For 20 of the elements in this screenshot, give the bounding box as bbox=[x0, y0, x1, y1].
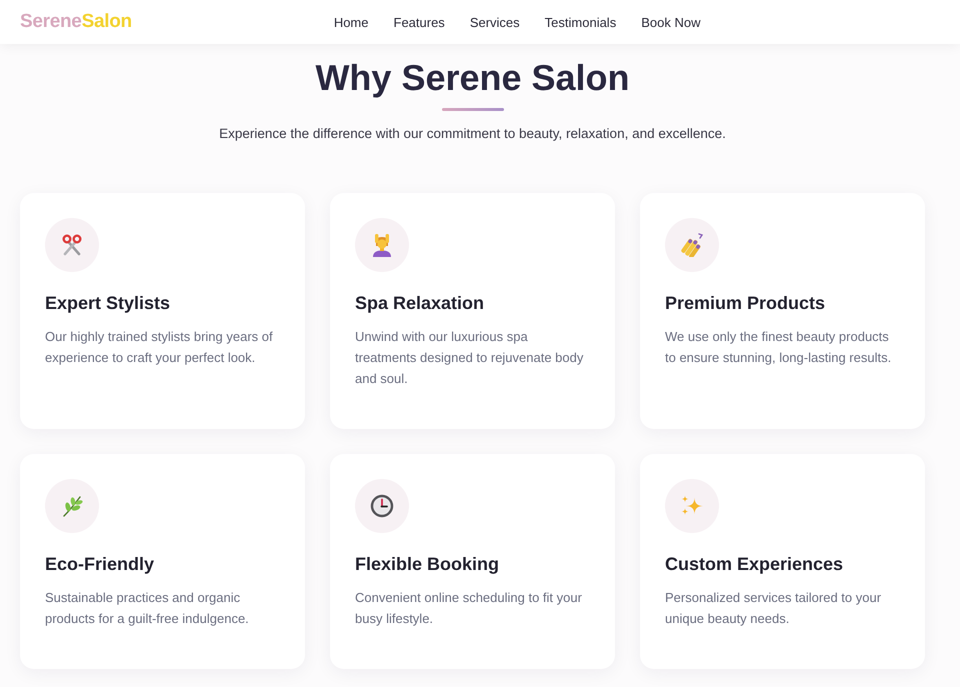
nav-link[interactable]: Home bbox=[334, 14, 368, 30]
feature-title: Expert Stylists bbox=[45, 292, 172, 314]
feature-description: We use only the finest beauty products to ensure stunning, long-lasting results. bbox=[665, 328, 892, 367]
feature-title: Flexible Booking bbox=[355, 553, 500, 575]
nav-link[interactable]: Book Now bbox=[641, 14, 700, 30]
feature-description: Sustainable practices and organic products for a guilt-free indulgence. bbox=[45, 589, 250, 628]
feature-description: Our highly trained stylists bring years of experience to craft your perfect look. bbox=[45, 328, 274, 367]
feature-title: Custom Experiences bbox=[665, 553, 844, 575]
nav-link[interactable]: Services bbox=[470, 14, 520, 30]
section-subtitle: Experience the difference with our commitment to beauty, relaxation, and excellence. bbox=[219, 125, 726, 143]
section-title: Why Serene Salon bbox=[315, 56, 630, 99]
feature-description: Personalized services tailored to your unique beauty needs. bbox=[665, 589, 882, 628]
feature-title: Eco-Friendly bbox=[45, 553, 156, 575]
feature-title: Premium Products bbox=[665, 292, 826, 314]
title-underline bbox=[442, 108, 504, 111]
feature-title: Spa Relaxation bbox=[355, 292, 486, 314]
nav-link[interactable]: Testimonials bbox=[544, 14, 616, 30]
feature-description: Convenient online scheduling to fit your busy lifestyle. bbox=[355, 589, 583, 628]
feature-description: Unwind with our luxurious spa treatments designed to rejuvenate body and soul. bbox=[355, 328, 584, 388]
nav-link[interactable]: Features bbox=[394, 14, 445, 30]
